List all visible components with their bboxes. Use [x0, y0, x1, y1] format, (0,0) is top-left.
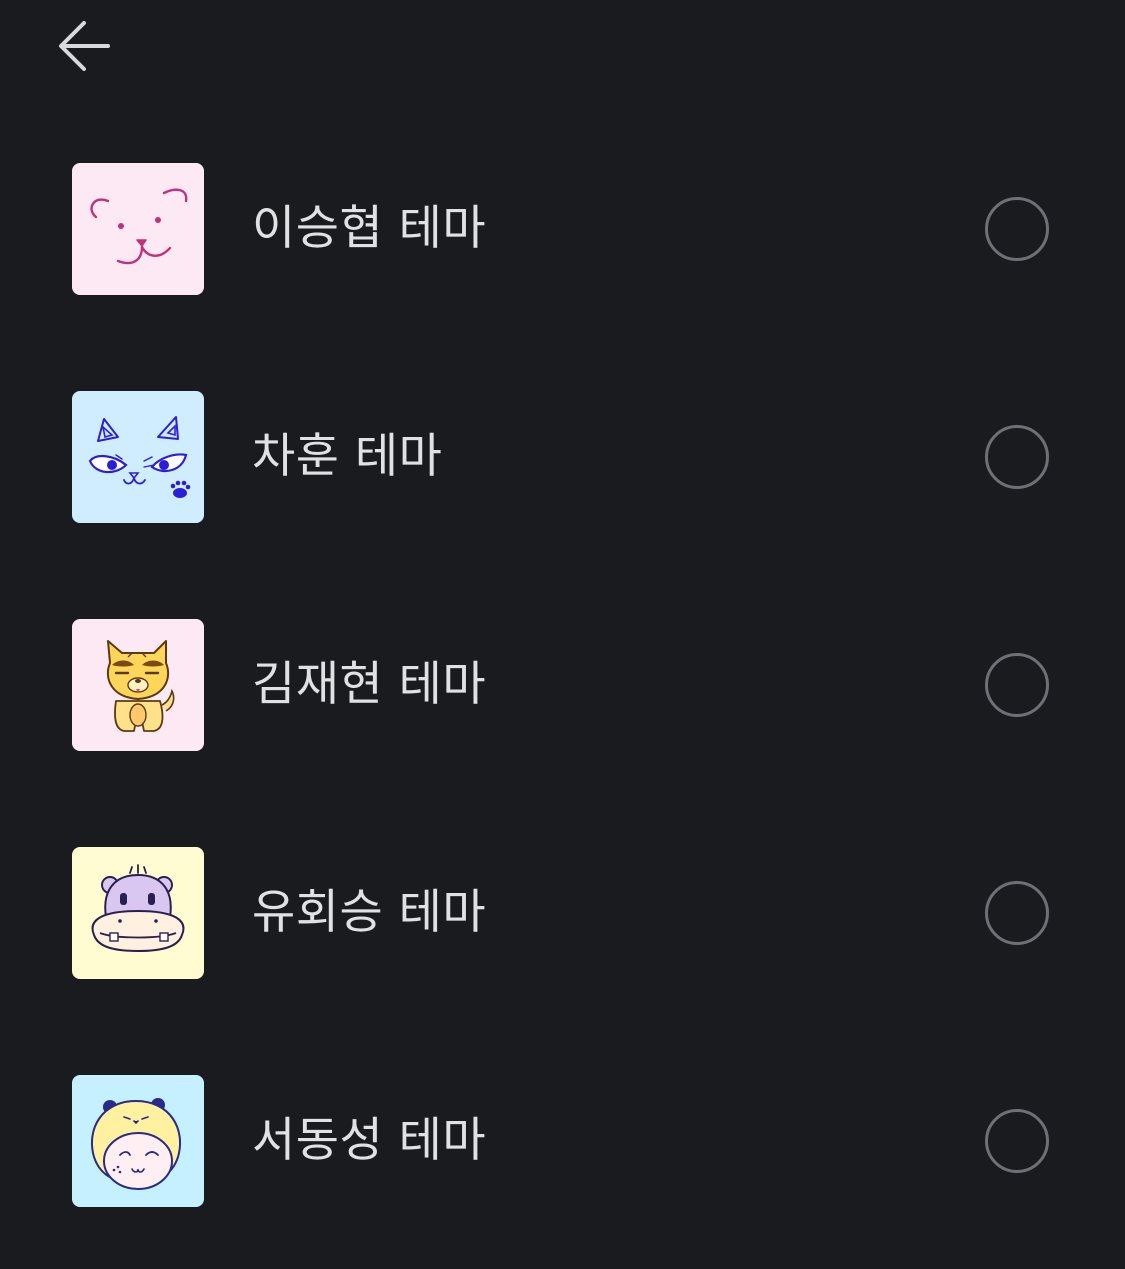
theme-radio-2[interactable]	[985, 425, 1049, 489]
cat-face-icon	[88, 416, 191, 498]
dog-character-icon	[106, 640, 175, 732]
theme-thumbnail-4	[72, 847, 204, 979]
theme-thumbnail-3	[72, 619, 204, 751]
theme-item-4[interactable]: 유회승 테마	[0, 799, 1125, 1027]
theme-thumbnail-2	[72, 391, 204, 523]
theme-item-2[interactable]: 차훈 테마	[0, 343, 1125, 571]
theme-radio-4[interactable]	[985, 881, 1049, 945]
hippo-face-icon	[91, 864, 185, 953]
bear-face-icon	[90, 188, 188, 265]
theme-label: 서동성 테마	[252, 1113, 487, 1168]
theme-label: 차훈 테마	[252, 429, 443, 484]
bear-hood-icon	[91, 1098, 181, 1190]
theme-item-5[interactable]: 서동성 테마	[0, 1027, 1125, 1255]
theme-thumbnail-1	[72, 163, 204, 295]
theme-radio-5[interactable]	[985, 1109, 1049, 1173]
arrow-left-icon	[59, 21, 110, 71]
back-button[interactable]	[48, 10, 120, 82]
theme-radio-3[interactable]	[985, 653, 1049, 717]
theme-label: 이승협 테마	[252, 201, 487, 256]
theme-thumbnail-5	[72, 1075, 204, 1207]
theme-item-3[interactable]: 김재현 테마	[0, 571, 1125, 799]
theme-label: 김재현 테마	[252, 657, 487, 712]
theme-list: 이승협 테마 차훈 테마 김재현 테마 유회승 테마 서동성 테마	[0, 115, 1125, 1255]
theme-item-1[interactable]: 이승협 테마	[0, 115, 1125, 343]
theme-label: 유회승 테마	[252, 885, 487, 940]
theme-radio-1[interactable]	[985, 197, 1049, 261]
